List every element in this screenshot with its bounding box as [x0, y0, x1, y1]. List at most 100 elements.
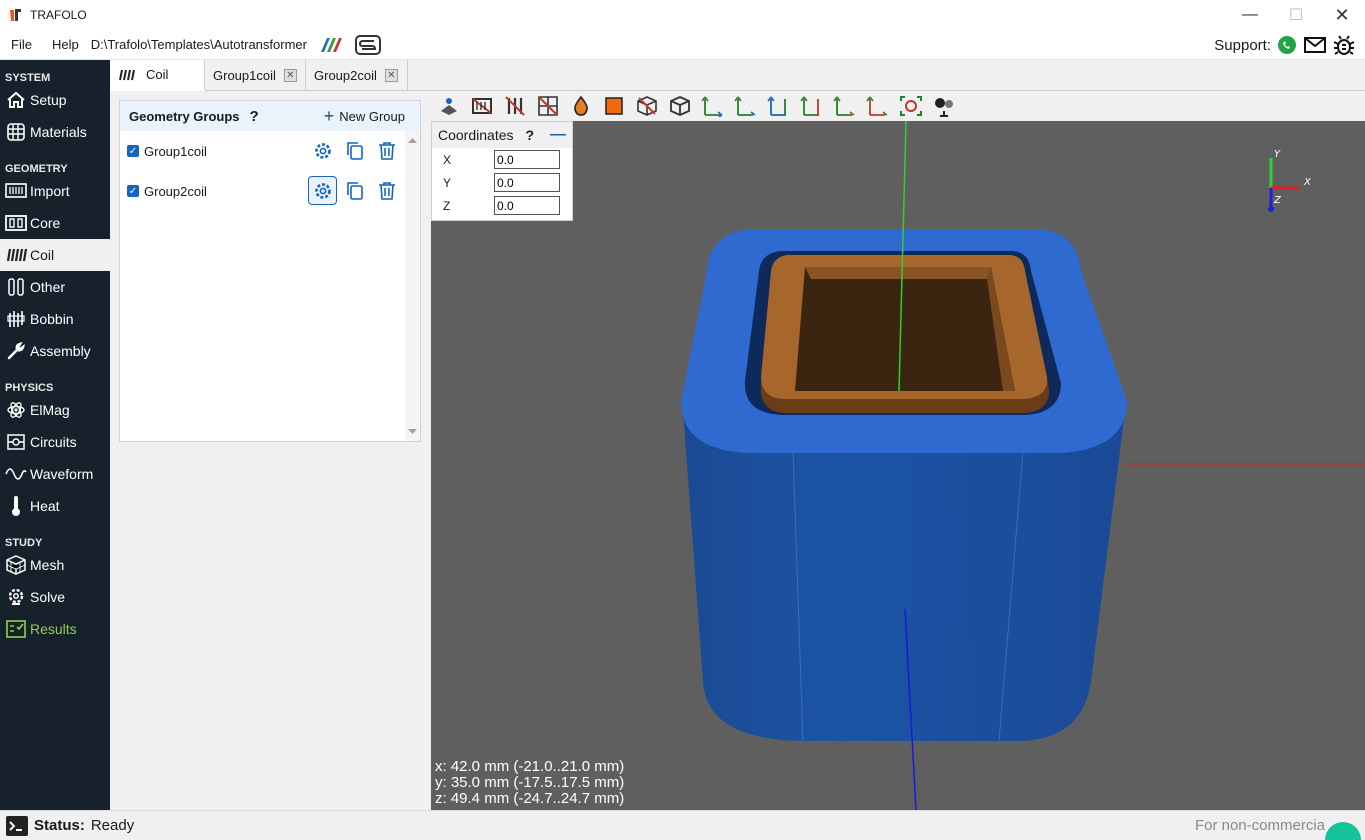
- x-coordinate-input[interactable]: [494, 150, 560, 169]
- scroll-down-icon[interactable]: [405, 426, 420, 438]
- new-group-button[interactable]: + New Group: [324, 101, 405, 131]
- dimension-x: x: 42.0 mm (-21.0..21.0 mm): [435, 758, 625, 775]
- tab-group2coil[interactable]: Group2coil ✕: [306, 60, 408, 91]
- zoom-fit-icon[interactable]: [898, 93, 924, 119]
- tab-group2coil-label: Group2coil: [314, 68, 377, 83]
- solid-shading-icon[interactable]: [601, 93, 627, 119]
- menu-help[interactable]: Help: [46, 37, 85, 52]
- sidebar-label-results: Results: [30, 621, 77, 637]
- group-delete-button[interactable]: [372, 136, 401, 165]
- sidebar-item-mesh[interactable]: Mesh: [0, 549, 110, 581]
- coordinate-row-x: X: [432, 148, 572, 171]
- camera-icon[interactable]: [931, 93, 957, 119]
- sidebar-item-bobbin[interactable]: Bobbin: [0, 303, 110, 335]
- dimension-y: y: 35.0 mm (-17.5..17.5 mm): [435, 774, 625, 791]
- sidebar-item-assembly[interactable]: Assembly: [0, 335, 110, 367]
- app-logo-icon: [10, 9, 21, 21]
- close-window-button[interactable]: ✕: [1319, 0, 1365, 30]
- collapse-icon[interactable]: —: [550, 126, 566, 144]
- view-reset-icon[interactable]: [436, 93, 462, 119]
- triad-y-label: Y: [1274, 149, 1281, 160]
- sidebar-item-materials[interactable]: Materials: [0, 116, 110, 148]
- terminal-icon[interactable]: [5, 815, 29, 837]
- group-settings-button[interactable]: [308, 176, 337, 205]
- fluid-drop-icon[interactable]: [568, 93, 594, 119]
- paraview-icon[interactable]: [319, 36, 345, 54]
- sidebar-item-solve[interactable]: Solve: [0, 581, 110, 613]
- bug-report-icon[interactable]: [1333, 34, 1355, 56]
- sidebar-item-waveform[interactable]: Waveform: [0, 458, 110, 490]
- group-name[interactable]: Group2coil: [144, 184, 207, 199]
- bounding-dimensions: x: 42.0 mm (-21.0..21.0 mm) y: 35.0 mm (…: [435, 759, 624, 807]
- view-plus-x-icon[interactable]: [733, 93, 759, 119]
- section-study: STUDY: [5, 537, 43, 549]
- coordinates-title: Coordinates: [438, 127, 514, 143]
- view-plus-y-icon[interactable]: [799, 93, 825, 119]
- scroll-up-icon[interactable]: [405, 134, 420, 146]
- simulation-logo-icon[interactable]: [354, 34, 381, 55]
- sidebar-item-results[interactable]: Results: [0, 613, 110, 645]
- grammarly-icon[interactable]: [1325, 820, 1361, 840]
- core-body: [683, 411, 1125, 741]
- 3d-viewport[interactable]: Y X Z Coordinates ? — X Y Z x: 42.0 mm (…: [431, 121, 1365, 810]
- panel-title: Geometry Groups: [129, 108, 240, 124]
- group-name[interactable]: Group1coil: [144, 144, 207, 159]
- sidebar-item-other[interactable]: Other: [0, 271, 110, 303]
- sidebar-item-setup[interactable]: Setup: [0, 84, 110, 116]
- sidebar-item-circuits[interactable]: Circuits: [0, 426, 110, 458]
- sidebar-label-setup: Setup: [30, 92, 67, 108]
- view-minus-z-icon[interactable]: [832, 93, 858, 119]
- coil-window: [795, 267, 1015, 391]
- sidebar-label-import: Import: [30, 183, 70, 199]
- coordinates-header: Coordinates ? —: [432, 122, 572, 148]
- sidebar-item-heat[interactable]: Heat: [0, 490, 110, 522]
- close-tab-icon[interactable]: ✕: [384, 69, 398, 82]
- group-checkbox[interactable]: ✓: [127, 185, 139, 197]
- help-icon[interactable]: ?: [526, 127, 535, 143]
- tab-coil[interactable]: Coil: [110, 60, 205, 91]
- geometry-groups-panel: Geometry Groups ? + New Group ✓ Group1co…: [119, 100, 421, 442]
- help-icon[interactable]: ?: [250, 108, 259, 125]
- app-title: TRAFOLO: [30, 8, 87, 22]
- view-minus-x-icon[interactable]: [700, 93, 726, 119]
- sidebar-item-elmag[interactable]: ElMag: [0, 394, 110, 426]
- sidebar-item-coil[interactable]: Coil: [0, 239, 110, 271]
- group-copy-button[interactable]: [340, 176, 369, 205]
- group-checkbox[interactable]: ✓: [127, 145, 139, 157]
- y-coordinate-input[interactable]: [494, 173, 560, 192]
- group-delete-button[interactable]: [372, 176, 401, 205]
- copy-icon: [346, 141, 363, 160]
- box-view-icon[interactable]: [667, 93, 693, 119]
- sidebar-label-solve: Solve: [30, 589, 66, 605]
- dimension-z: z: 49.4 mm (-24.7..24.7 mm): [435, 790, 625, 807]
- panel-scrollbar[interactable]: [405, 131, 420, 441]
- mail-icon[interactable]: [1303, 35, 1327, 55]
- sidebar-label-bobbin: Bobbin: [30, 311, 74, 327]
- section-system: SYSTEM: [5, 72, 51, 84]
- tab-group1coil[interactable]: Group1coil ✕: [205, 60, 306, 91]
- group-settings-button[interactable]: [308, 136, 337, 165]
- sidebar-label-heat: Heat: [30, 498, 60, 514]
- support-label: Support:: [1214, 36, 1271, 54]
- view-plus-z-icon[interactable]: [865, 93, 891, 119]
- close-tab-icon[interactable]: ✕: [283, 69, 297, 82]
- coordinates-panel: Coordinates ? — X Y Z: [431, 121, 573, 221]
- hide-core-icon[interactable]: [469, 93, 495, 119]
- view-minus-y-icon[interactable]: [766, 93, 792, 119]
- orientation-triad: Y X Z: [1268, 149, 1312, 212]
- group-copy-button[interactable]: [340, 136, 369, 165]
- hide-box-icon[interactable]: [634, 93, 660, 119]
- hide-coil-icon[interactable]: [502, 93, 528, 119]
- wrench-icon: [5, 340, 27, 362]
- tab-bar: Coil Group1coil ✕ Group2coil ✕: [110, 60, 1365, 91]
- whatsapp-icon[interactable]: [1277, 35, 1297, 55]
- z-coordinate-input[interactable]: [494, 196, 560, 215]
- maximize-button[interactable]: ☐: [1273, 0, 1319, 30]
- hide-mesh-icon[interactable]: [535, 93, 561, 119]
- solve-gear-icon: [5, 586, 27, 608]
- minimize-button[interactable]: —: [1227, 0, 1273, 30]
- trash-icon: [378, 181, 395, 200]
- menu-file[interactable]: File: [5, 37, 38, 52]
- sidebar-item-import[interactable]: Import: [0, 175, 110, 207]
- sidebar-item-core[interactable]: Core: [0, 207, 110, 239]
